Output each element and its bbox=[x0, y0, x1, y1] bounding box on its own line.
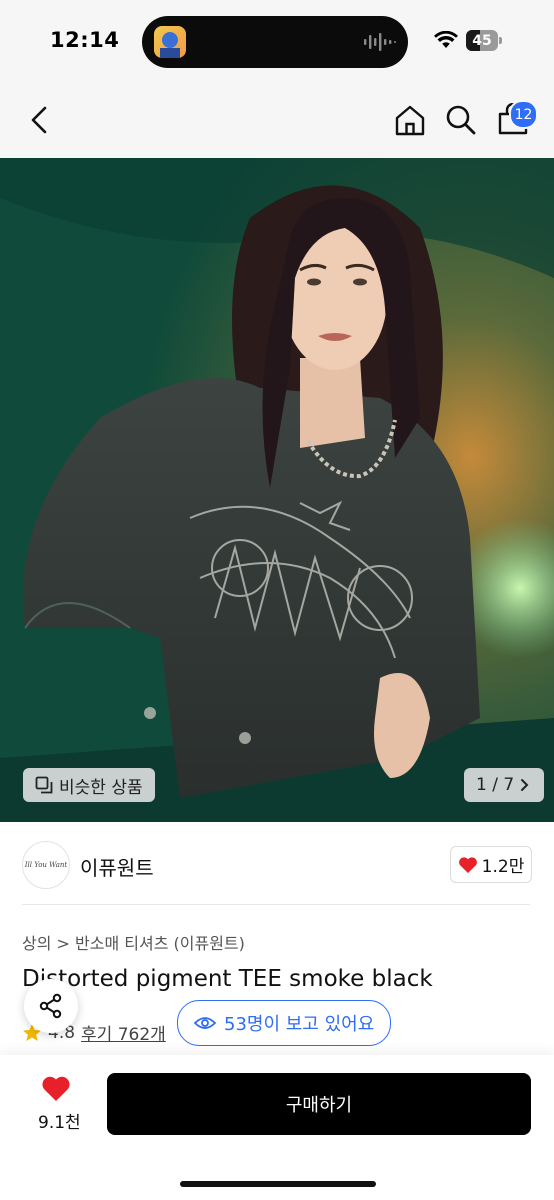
cart-count-badge: 12 bbox=[509, 100, 538, 129]
share-button[interactable] bbox=[24, 979, 78, 1033]
image-counter[interactable]: 1 / 7 bbox=[464, 768, 545, 802]
home-icon[interactable] bbox=[393, 103, 427, 137]
brand-logo[interactable]: Ill You Want bbox=[22, 841, 70, 889]
brand-like-button[interactable]: 1.2만 bbox=[450, 846, 532, 883]
battery-indicator: 45 bbox=[466, 30, 498, 51]
wishlist-heart-icon[interactable] bbox=[41, 1075, 71, 1102]
brand-like-count: 1.2만 bbox=[481, 857, 525, 877]
audio-wave-icon bbox=[364, 33, 396, 51]
similar-products-label: 비슷한 상품 bbox=[59, 777, 143, 798]
chevron-right-icon bbox=[521, 779, 529, 791]
wifi-icon bbox=[434, 31, 458, 48]
category-breadcrumb[interactable]: 상의 > 반소매 티셔츠 (이퓨원트) bbox=[22, 930, 245, 954]
wishlist-count: 9.1천 bbox=[38, 1113, 81, 1133]
back-icon[interactable] bbox=[26, 105, 54, 135]
search-icon[interactable] bbox=[445, 104, 477, 136]
similar-products-button[interactable]: 비슷한 상품 bbox=[23, 768, 155, 802]
product-photo-illustration bbox=[0, 158, 554, 822]
heart-icon bbox=[458, 856, 477, 873]
status-time: 12:14 bbox=[50, 28, 120, 52]
home-indicator bbox=[180, 1181, 376, 1187]
dynamic-island[interactable] bbox=[142, 16, 408, 68]
product-image[interactable] bbox=[0, 158, 554, 822]
brand-name[interactable]: 이퓨원트 bbox=[80, 852, 154, 881]
review-count-link[interactable]: 후기 762개 bbox=[81, 1020, 166, 1045]
battery-cap bbox=[499, 37, 502, 44]
share-icon bbox=[39, 993, 62, 1019]
viewers-label: 53명이 보고 있어요 bbox=[224, 1014, 375, 1035]
product-title: Distorted pigment TEE smoke black bbox=[22, 966, 433, 992]
buy-button[interactable]: 구매하기 bbox=[107, 1073, 531, 1135]
now-playing-artwork bbox=[154, 26, 186, 58]
viewers-badge: 53명이 보고 있어요 bbox=[177, 1000, 392, 1046]
eye-icon bbox=[194, 1017, 216, 1029]
section-divider bbox=[22, 904, 530, 905]
similar-products-icon bbox=[35, 776, 53, 794]
image-counter-label: 1 / 7 bbox=[476, 775, 515, 795]
